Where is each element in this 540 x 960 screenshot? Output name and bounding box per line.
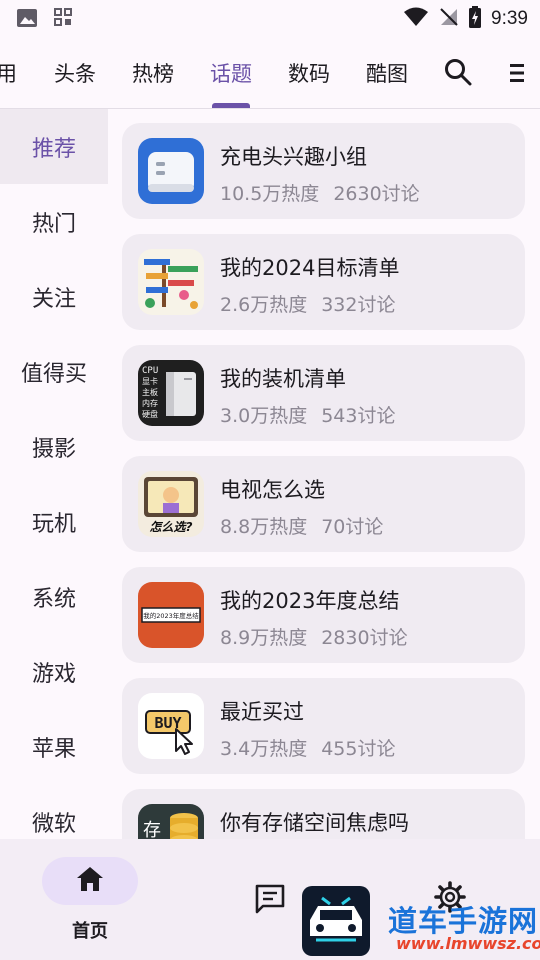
heat-count: 2.6万热度 [220, 294, 308, 316]
topic-meta: 10.5万热度 2630讨论 [220, 179, 420, 206]
topic-title: 最近买过 [220, 700, 304, 724]
topic-title: 我的装机清单 [220, 367, 346, 391]
status-bar: 9:39 [0, 0, 540, 36]
svg-text:显卡: 显卡 [142, 376, 158, 386]
svg-text:存: 存 [143, 820, 161, 839]
battery-charging-icon [469, 6, 482, 32]
pc-build-thumbnail: CPU 显卡 主板 内存 硬盘 [138, 360, 204, 426]
discussion-count: 543讨论 [321, 405, 396, 427]
tab-hot-list[interactable]: 热榜 [132, 58, 174, 88]
tv-thumbnail: 怎么选? [138, 471, 204, 537]
topic-card[interactable]: CPU 显卡 主板 内存 硬盘 我的装机清单 3.0万热度 543讨论 [122, 345, 525, 441]
discussion-count: 455讨论 [321, 738, 396, 760]
sidebar-item-photography[interactable]: 摄影 [0, 409, 108, 484]
topic-meta: 8.9万热度 2830讨论 [220, 623, 408, 650]
svg-text:主板: 主板 [142, 387, 158, 397]
topic-title: 电视怎么选 [220, 478, 325, 502]
gallery-notification-icon [16, 8, 38, 32]
topic-list: 充电头兴趣小组 10.5万热度 2630讨论 我的2024目标清单 2.6万热度 3… [122, 123, 526, 839]
heat-count: 8.9万热度 [220, 627, 308, 649]
sidebar-item-following[interactable]: 关注 [0, 259, 108, 334]
discussion-count: 2830讨论 [321, 627, 408, 649]
topic-card[interactable]: 充电头兴趣小组 10.5万热度 2630讨论 [122, 123, 525, 219]
topic-title: 你有存储空间焦虑吗 [220, 811, 409, 835]
topic-card[interactable]: 我的2024目标清单 2.6万热度 332讨论 [122, 234, 525, 330]
heat-count: 3.4万热度 [220, 738, 308, 760]
tab-digital[interactable]: 数码 [288, 58, 330, 88]
tab-headlines[interactable]: 头条 [54, 58, 96, 88]
goals-thumbnail [138, 249, 204, 315]
message-icon[interactable] [254, 883, 286, 919]
topic-meta: 2.6万热度 332讨论 [220, 290, 395, 317]
nav-home-label: 首页 [72, 921, 108, 942]
buy-thumbnail: BUY [138, 693, 204, 759]
sidebar-item-worth-buying[interactable]: 值得买 [0, 334, 108, 409]
heat-count: 8.8万热度 [220, 516, 308, 538]
svg-text:硬盘: 硬盘 [142, 409, 158, 419]
search-icon[interactable] [444, 58, 472, 90]
storage-thumbnail: 存 [138, 804, 204, 839]
tab-partial[interactable]: 用 [0, 58, 17, 88]
home-icon [76, 866, 104, 896]
wifi-icon [403, 7, 429, 31]
tab-cool-pics[interactable]: 酷图 [366, 58, 408, 88]
svg-text:怎么选?: 怎么选? [150, 520, 193, 534]
topic-card[interactable]: BUY 最近买过 3.4万热度 455讨论 [122, 678, 525, 774]
heat-count: 3.0万热度 [220, 405, 308, 427]
grid-notification-icon [54, 8, 72, 32]
watermark-site-url: www.lmwwsz.com [396, 934, 540, 953]
topic-card[interactable]: 存 你有存储空间焦虑吗 [122, 789, 525, 839]
topic-card[interactable]: 我的2023年度总结 我的2023年度总结 8.9万热度 2830讨论 [122, 567, 525, 663]
svg-text:我的2023年度总结: 我的2023年度总结 [143, 611, 199, 620]
sidebar-item-games[interactable]: 游戏 [0, 634, 108, 709]
charger-thumbnail [138, 138, 204, 204]
discussion-count: 2630讨论 [333, 183, 420, 205]
watermark-car-logo [302, 886, 370, 956]
topic-title: 我的2023年度总结 [220, 589, 400, 613]
nav-home-button[interactable] [42, 857, 138, 905]
topic-meta: 3.4万热度 455讨论 [220, 734, 395, 761]
svg-text:CPU: CPU [142, 366, 158, 376]
summary-thumbnail: 我的2023年度总结 [138, 582, 204, 648]
tab-topics[interactable]: 话题 [210, 58, 252, 88]
sidebar-item-recommended[interactable]: 推荐 [0, 109, 108, 184]
sidebar-item-gadgets[interactable]: 玩机 [0, 484, 108, 559]
sidebar-item-popular[interactable]: 热门 [0, 184, 108, 259]
svg-text:内存: 内存 [142, 398, 158, 408]
category-sidebar: 推荐 热门 关注 值得买 摄影 玩机 系统 游戏 苹果 微软 [0, 109, 108, 839]
discussion-count: 70讨论 [321, 516, 384, 538]
sidebar-item-apple[interactable]: 苹果 [0, 709, 108, 784]
topic-title: 我的2024目标清单 [220, 256, 400, 280]
top-tab-bar: 用 头条 热榜 话题 数码 酷图 [0, 44, 540, 109]
topic-meta: 8.8万热度 70讨论 [220, 512, 383, 539]
sidebar-item-system[interactable]: 系统 [0, 559, 108, 634]
no-signal-icon [439, 7, 459, 31]
topic-card[interactable]: 怎么选? 电视怎么选 8.8万热度 70讨论 [122, 456, 525, 552]
clock: 9:39 [491, 8, 528, 29]
tab-menu-icon[interactable] [506, 62, 526, 88]
heat-count: 10.5万热度 [220, 183, 320, 205]
topic-meta: 3.0万热度 543讨论 [220, 401, 395, 428]
discussion-count: 332讨论 [321, 294, 396, 316]
topic-title: 充电头兴趣小组 [220, 145, 367, 169]
